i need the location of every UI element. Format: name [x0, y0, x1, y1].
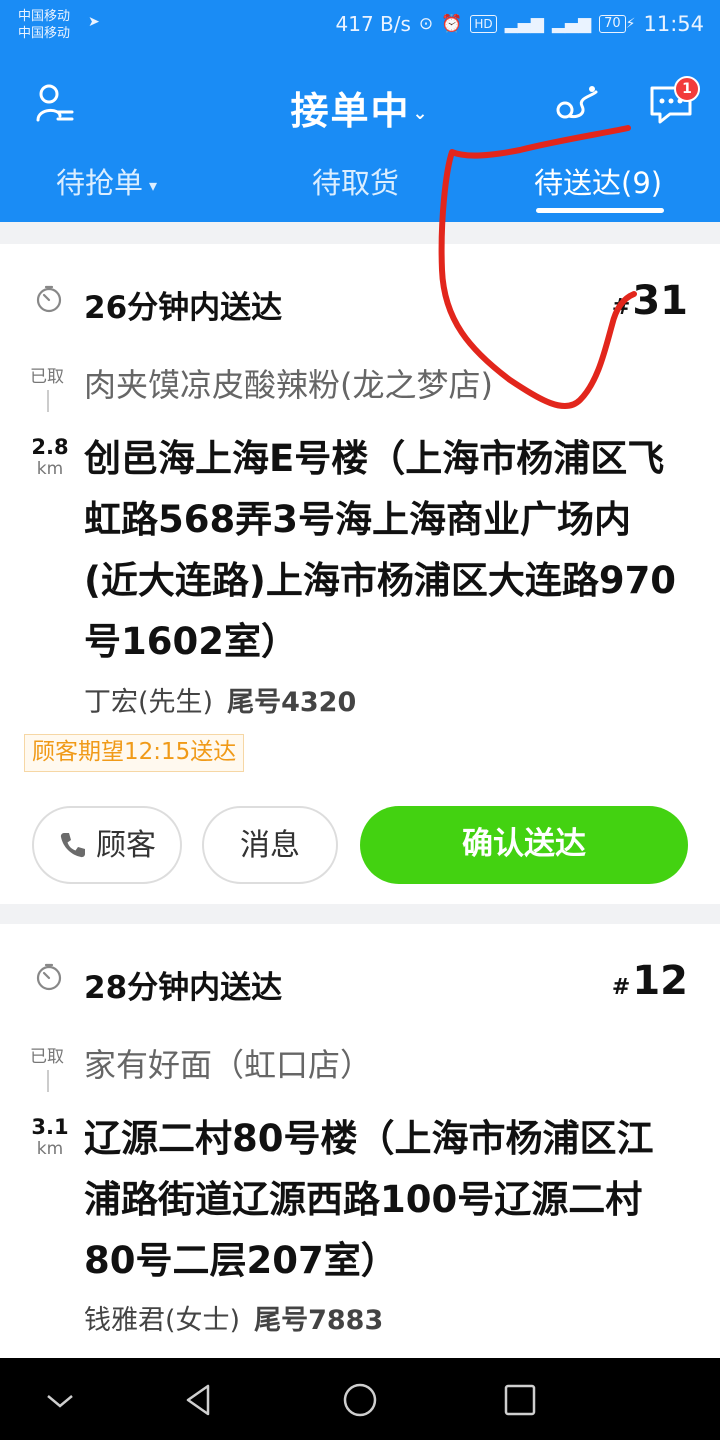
location-arrow-icon: ➤ [88, 14, 100, 30]
call-customer-button[interactable]: 顾客 [32, 806, 182, 884]
status-bar: 中国移动 中国移动 ➤ 417 B/s ⊙ ⏰ HD ▂▄▆ ▂▄▆ 70 ⚡ 1… [0, 0, 720, 52]
customer-info: 钱雅君(女士) 尾号7883 [84, 1298, 383, 1337]
shop-name: 肉夹馍凉皮酸辣粉(龙之梦店) [84, 366, 493, 404]
recents-icon[interactable] [498, 1378, 542, 1422]
distance-value: 2.8 [31, 435, 69, 459]
order-number-prefix: # [611, 975, 631, 1000]
collapse-chevron-icon[interactable] [38, 1378, 82, 1422]
customer-name: 丁宏(先生) [84, 687, 214, 718]
customer-info: 丁宏(先生) 尾号4320 [84, 680, 356, 719]
distance-unit: km [36, 1139, 64, 1159]
distance-value: 3.1 [31, 1115, 69, 1139]
chevron-down-icon: ▾ [149, 175, 158, 195]
order-number: #12 [612, 958, 688, 1004]
phone-icon [60, 832, 85, 857]
order-number-value: 31 [632, 278, 688, 324]
active-tab-indicator [536, 208, 664, 213]
tab-label: 待取货 [312, 166, 400, 200]
phone-tail: 尾号4320 [227, 687, 357, 718]
timer-icon [36, 963, 62, 991]
order-number: #31 [612, 278, 688, 324]
shop-name: 家有好面（虹口店） [84, 1046, 373, 1084]
order-card[interactable]: 26分钟内送达 #31 已取 肉夹馍凉皮酸辣粉(龙之梦店) 2.8 km 创邑海上… [0, 244, 720, 904]
tab-to-grab[interactable]: 待抢单 ▾ [56, 160, 157, 202]
battery-level: 70 [599, 15, 626, 33]
tab-label: 待送达(9) [534, 166, 663, 200]
route-map-icon[interactable] [552, 80, 602, 128]
distance-unit: km [36, 459, 64, 479]
hd-icon: HD [470, 15, 497, 33]
route-connector [47, 1070, 49, 1092]
phone-tail: 尾号7883 [254, 1305, 384, 1336]
signal-icon-2: ▂▄▆ [551, 14, 592, 34]
delivery-address: 辽源二村80号楼（上海市杨浦区江浦路街道辽源西路100号辽源二村80号二层207… [84, 1117, 654, 1282]
alarm-icon: ⏰ [441, 14, 463, 34]
route-connector [47, 390, 49, 412]
status-indicators: 417 B/s ⊙ ⏰ HD ▂▄▆ ▂▄▆ 70 ⚡ 11:54 [336, 10, 705, 38]
location-pin-icon: ⊙ [418, 14, 434, 34]
status-title-dropdown[interactable]: 接单中 ⌄ [0, 80, 720, 135]
carrier-labels: 中国移动 中国移动 [18, 8, 70, 42]
tab-label: 待抢单 [56, 166, 144, 200]
message-badge: 1 [674, 76, 700, 102]
call-customer-label: 顾客 [96, 828, 156, 863]
distance: 3.1 km [28, 1116, 72, 1160]
carrier-1: 中国移动 [18, 9, 71, 24]
app-header: 中国移动 中国移动 ➤ 417 B/s ⊙ ⏰ HD ▂▄▆ ▂▄▆ 70 ⚡ 1… [0, 0, 720, 222]
chevron-down-icon: ⌄ [412, 103, 430, 124]
expected-time-tag: 顾客期望12:15送达 [24, 734, 245, 772]
home-icon[interactable] [338, 1378, 382, 1422]
confirm-delivery-button[interactable]: 确认送达 [360, 806, 688, 884]
order-number-value: 12 [632, 958, 688, 1004]
top-bar: 接单中 ⌄ 1 [0, 70, 720, 144]
back-icon[interactable] [178, 1378, 222, 1422]
tab-to-deliver[interactable]: 待送达(9) [534, 160, 662, 202]
distance: 2.8 km [28, 436, 72, 480]
signal-icon: ▂▄▆ [504, 14, 544, 34]
page-title: 接单中 [290, 89, 411, 133]
customer-name: 钱雅君(女士) [84, 1305, 241, 1336]
timer-icon [36, 285, 62, 313]
order-tabs: 待抢单 ▾ 待取货 待送达(9) [0, 150, 720, 222]
picked-label: 已取 [30, 1047, 64, 1067]
order-card[interactable]: 28分钟内送达 #12 已取 家有好面（虹口店） 3.1 km 辽源二村80号楼（… [0, 924, 720, 1364]
delivery-eta: 26分钟内送达 [84, 290, 283, 326]
message-button[interactable]: 消息 [202, 806, 338, 884]
carrier-2: 中国移动 [18, 26, 71, 41]
net-speed: 417 B/s [335, 12, 411, 36]
clock: 11:54 [643, 12, 704, 36]
system-nav-bar [0, 1358, 720, 1440]
picked-label: 已取 [30, 367, 64, 387]
delivery-eta: 28分钟内送达 [84, 970, 283, 1006]
battery-icon: 70 ⚡ [599, 15, 635, 33]
order-number-prefix: # [611, 295, 631, 320]
tab-to-pickup[interactable]: 待取货 [312, 160, 399, 202]
delivery-address: 创邑海上海E号楼（上海市杨浦区飞虹路568弄3号海上海商业广场内(近大连路)上海… [84, 437, 677, 663]
